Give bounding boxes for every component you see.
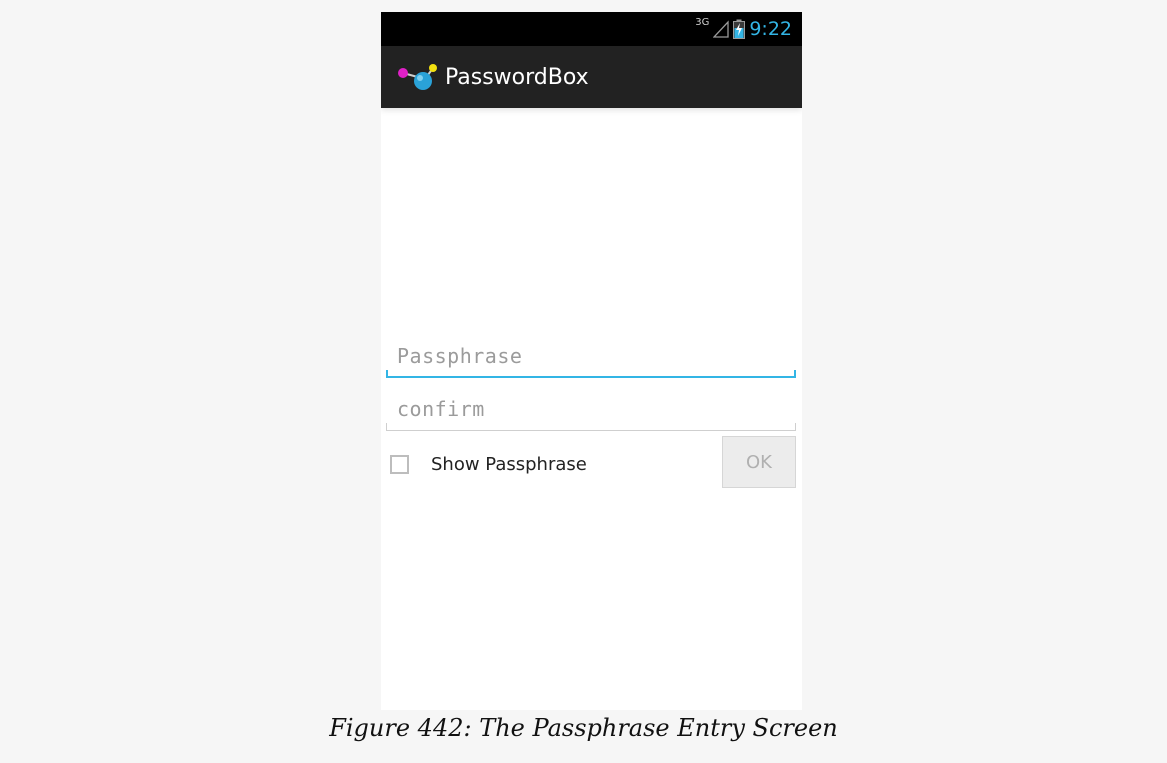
clock: 9:22 xyxy=(749,18,792,40)
ok-button[interactable]: OK xyxy=(722,436,796,488)
app-title: PasswordBox xyxy=(445,65,589,90)
confirm-input[interactable] xyxy=(386,391,796,427)
passphrase-field[interactable] xyxy=(386,338,796,378)
passphrase-input[interactable] xyxy=(386,338,796,374)
show-passphrase-row[interactable]: Show Passphrase xyxy=(390,449,587,479)
status-icons: 3G 9:22 xyxy=(695,12,792,46)
status-bar: 3G 9:22 xyxy=(381,12,802,46)
battery-charging-icon xyxy=(733,19,746,39)
phone-screen: 3G 9:22 PasswordBox Show Passphrase OK xyxy=(381,12,802,710)
show-passphrase-checkbox[interactable] xyxy=(390,454,409,474)
confirm-field[interactable] xyxy=(386,391,796,431)
figure-caption: Figure 442: The Passphrase Entry Screen xyxy=(329,714,838,742)
network-type-label: 3G xyxy=(695,16,710,28)
signal-icon xyxy=(713,20,729,38)
passphrase-underline xyxy=(386,370,796,378)
confirm-underline xyxy=(386,423,796,431)
action-bar: PasswordBox xyxy=(381,46,802,108)
show-passphrase-label[interactable]: Show Passphrase xyxy=(431,454,587,475)
main-content: Show Passphrase OK xyxy=(381,108,802,710)
app-logo-icon[interactable] xyxy=(397,63,441,98)
